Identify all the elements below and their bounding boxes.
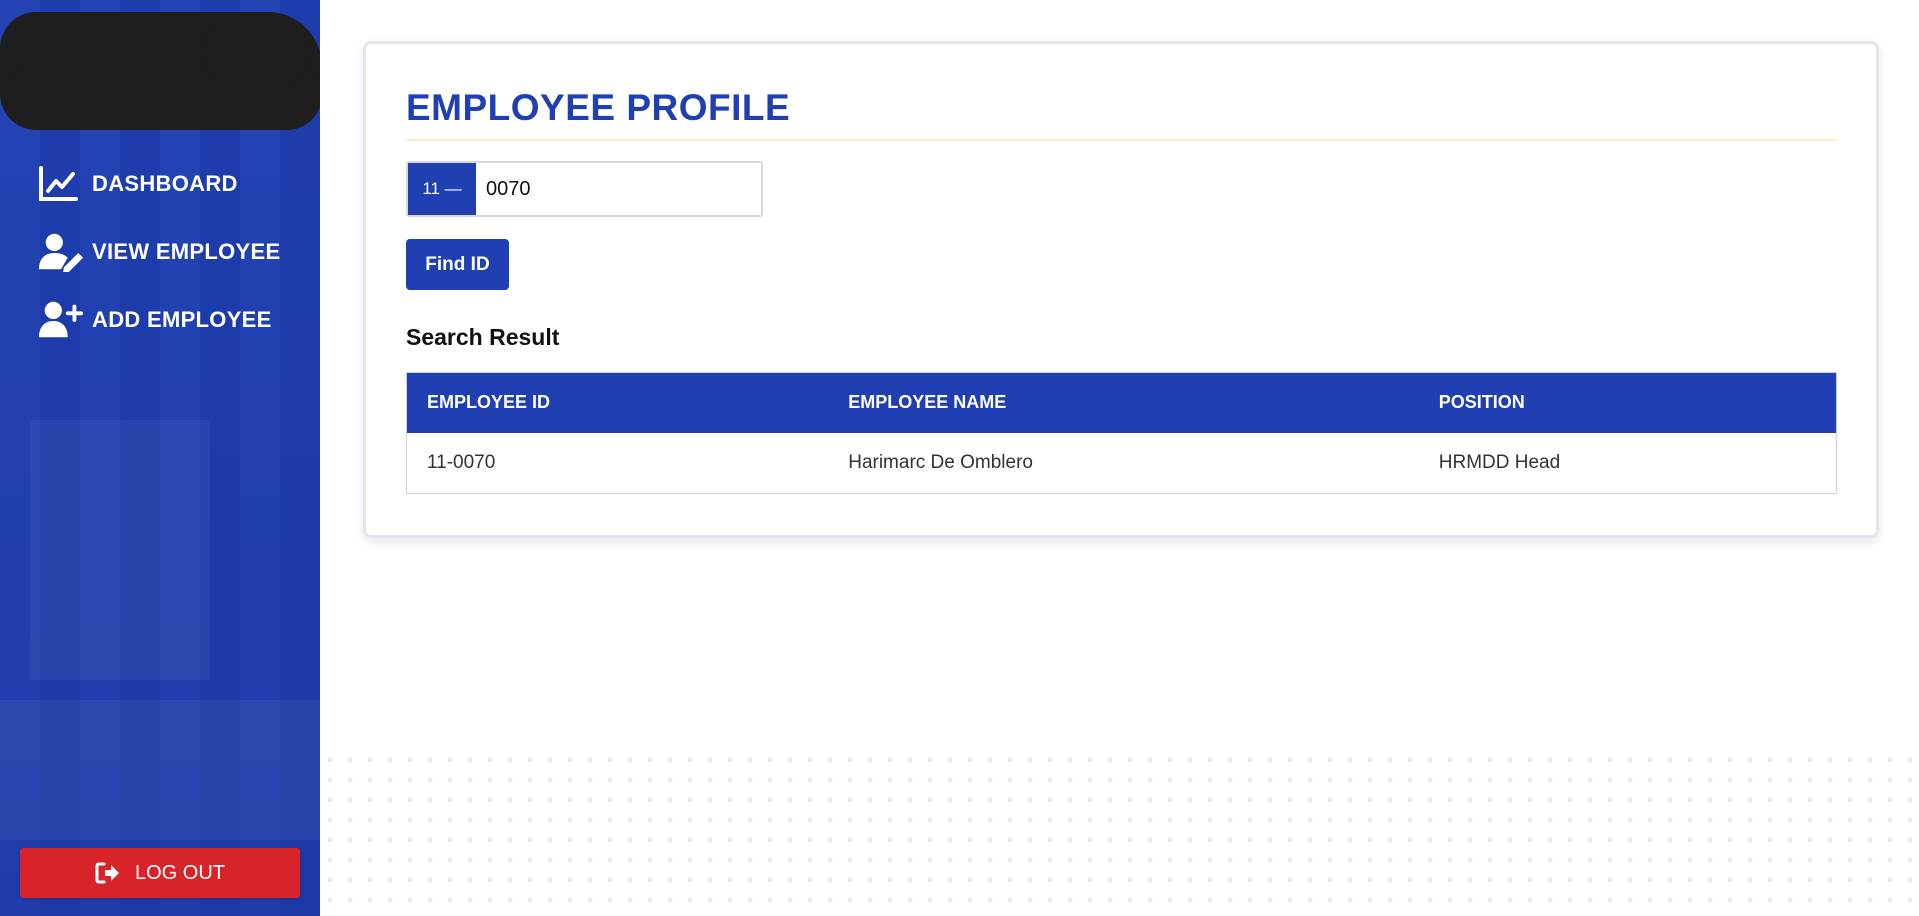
sidebar-item-dashboard[interactable]: DASHBOARD — [38, 150, 280, 218]
cell-employee-id: 11-0070 — [427, 451, 496, 473]
employee-id-input[interactable] — [476, 163, 761, 215]
title-divider — [406, 139, 1837, 141]
cell-position: HRMDD Head — [1438, 451, 1561, 473]
redacted-logo — [200, 16, 310, 86]
user-plus-icon — [38, 300, 84, 340]
sidebar: DASHBOARD VIEW EMPLOYEE ADD EMPLOYEE LOG… — [0, 0, 320, 916]
background-building — [0, 700, 320, 840]
search-result-heading: Search Result — [406, 324, 560, 350]
employee-id-input-group: 11 — — [406, 161, 763, 217]
column-header-position: POSITION — [1418, 372, 1837, 433]
table-header-row: EMPLOYEE ID EMPLOYEE NAME POSITION — [406, 372, 1837, 433]
search-result-table: EMPLOYEE ID EMPLOYEE NAME POSITION 11-00… — [406, 372, 1837, 494]
logout-button[interactable]: LOG OUT — [20, 848, 300, 898]
sidebar-item-add-employee[interactable]: ADD EMPLOYEE — [38, 286, 280, 354]
id-prefix-addon: 11 — — [408, 163, 476, 215]
sidebar-nav: DASHBOARD VIEW EMPLOYEE ADD EMPLOYEE — [38, 150, 280, 354]
sidebar-item-label: ADD EMPLOYEE — [92, 307, 272, 332]
sidebar-item-label: VIEW EMPLOYEE — [92, 239, 281, 264]
sidebar-item-view-employee[interactable]: VIEW EMPLOYEE — [38, 218, 280, 286]
column-header-employee-id: EMPLOYEE ID — [406, 372, 829, 433]
sign-out-icon — [95, 862, 121, 884]
logout-label: LOG OUT — [134, 861, 225, 884]
chart-line-icon — [38, 164, 84, 204]
table-row[interactable]: 11-0070 Harimarc De Omblero HRMDD Head — [407, 433, 1837, 494]
employee-profile-card: EMPLOYEE PROFILE 11 — Find ID Search Res… — [363, 41, 1879, 538]
cell-employee-name: Harimarc De Omblero — [848, 451, 1033, 473]
find-id-button[interactable]: Find ID — [406, 239, 509, 290]
user-edit-icon — [38, 232, 84, 272]
sidebar-item-label: DASHBOARD — [92, 171, 238, 196]
background-building — [30, 420, 210, 680]
dot-pattern-background — [320, 750, 1919, 916]
column-header-employee-name: EMPLOYEE NAME — [828, 372, 1419, 433]
page-title: EMPLOYEE PROFILE — [406, 87, 791, 128]
